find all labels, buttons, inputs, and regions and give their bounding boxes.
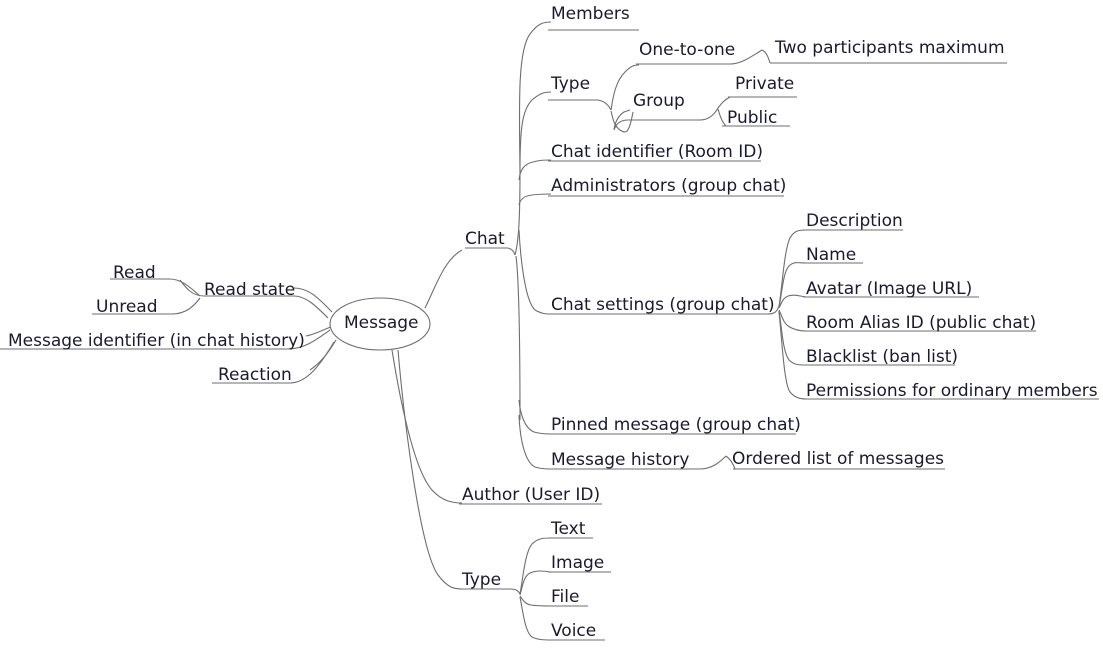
- edge-settings-room-alias: [778, 309, 807, 332]
- underline-chat-type: [548, 99, 612, 111]
- edge-group-private: [717, 96, 731, 109]
- node-read[interactable]: Read: [113, 264, 156, 283]
- edge-type-text: [519, 537, 552, 595]
- edge-chat-members: [518, 21, 552, 171]
- edge-chat-type: [519, 91, 552, 171]
- edge-root-message-type: [397, 349, 463, 590]
- edge-message-history: [518, 414, 552, 470]
- node-unread[interactable]: Unread: [96, 298, 158, 317]
- node-chat-type[interactable]: Type: [551, 75, 590, 94]
- edge-group-public: [717, 108, 727, 127]
- node-room-alias-id[interactable]: Room Alias ID (public chat): [806, 314, 1036, 333]
- node-pinned-message[interactable]: Pinned message (group chat): [551, 416, 801, 435]
- node-one-to-one[interactable]: One-to-one: [639, 41, 735, 60]
- edge-settings-description: [778, 229, 807, 307]
- node-reaction[interactable]: Reaction: [218, 366, 292, 385]
- node-public[interactable]: Public: [727, 109, 777, 128]
- edge-root-read-state: [293, 287, 333, 313]
- node-description[interactable]: Description: [806, 212, 903, 231]
- edge-root-author: [391, 349, 463, 504]
- node-file[interactable]: File: [551, 588, 579, 607]
- edge-root-chat: [424, 249, 463, 309]
- edge-type-image: [519, 570, 552, 596]
- edge-pinned-message: [518, 399, 552, 435]
- node-message-identifier[interactable]: Message identifier (in chat history): [8, 332, 305, 351]
- node-avatar[interactable]: Avatar (Image URL): [806, 280, 972, 299]
- node-chat-settings[interactable]: Chat settings (group chat): [551, 296, 775, 315]
- edge-type-file: [519, 595, 552, 607]
- node-voice[interactable]: Voice: [551, 622, 596, 641]
- node-group[interactable]: Group: [633, 92, 685, 111]
- node-ordered-list-of-messages[interactable]: Ordered list of messages: [732, 450, 944, 469]
- node-blacklist[interactable]: Blacklist (ban list): [806, 348, 958, 367]
- node-message-type[interactable]: Type: [462, 571, 501, 590]
- edge-chat-spine-down: [515, 255, 521, 421]
- node-read-state[interactable]: Read state: [204, 281, 295, 300]
- edge-type-voice: [519, 596, 552, 641]
- node-text[interactable]: Text: [551, 520, 585, 539]
- node-two-participants-maximum[interactable]: Two participants maximum: [775, 39, 1005, 58]
- node-chat-identifier[interactable]: Chat identifier (Room ID): [551, 143, 763, 162]
- node-members[interactable]: Members: [551, 5, 630, 24]
- edge-read-state-junction: [179, 279, 205, 297]
- edge-chat-identifier: [518, 159, 552, 181]
- edge-one-to-one-two-participants: [761, 49, 771, 64]
- edge-settings-avatar: [778, 294, 807, 309]
- node-name[interactable]: Name: [806, 246, 856, 265]
- node-administrators[interactable]: Administrators (group chat): [551, 177, 786, 196]
- mind-map-canvas: Message Read state Message identifier (i…: [0, 0, 1103, 647]
- edge-administrators: [518, 193, 552, 206]
- node-private[interactable]: Private: [735, 75, 794, 94]
- node-chat[interactable]: Chat: [465, 230, 505, 249]
- node-author[interactable]: Author (User ID): [462, 486, 600, 505]
- root-node-label[interactable]: Message: [344, 314, 419, 333]
- edge-chat-settings: [518, 229, 552, 315]
- node-message-history[interactable]: Message history: [551, 451, 689, 470]
- underline-chat: [465, 247, 516, 256]
- node-permissions[interactable]: Permissions for ordinary members: [806, 382, 1098, 401]
- node-image[interactable]: Image: [551, 554, 604, 573]
- edge-settings-permissions: [778, 311, 807, 400]
